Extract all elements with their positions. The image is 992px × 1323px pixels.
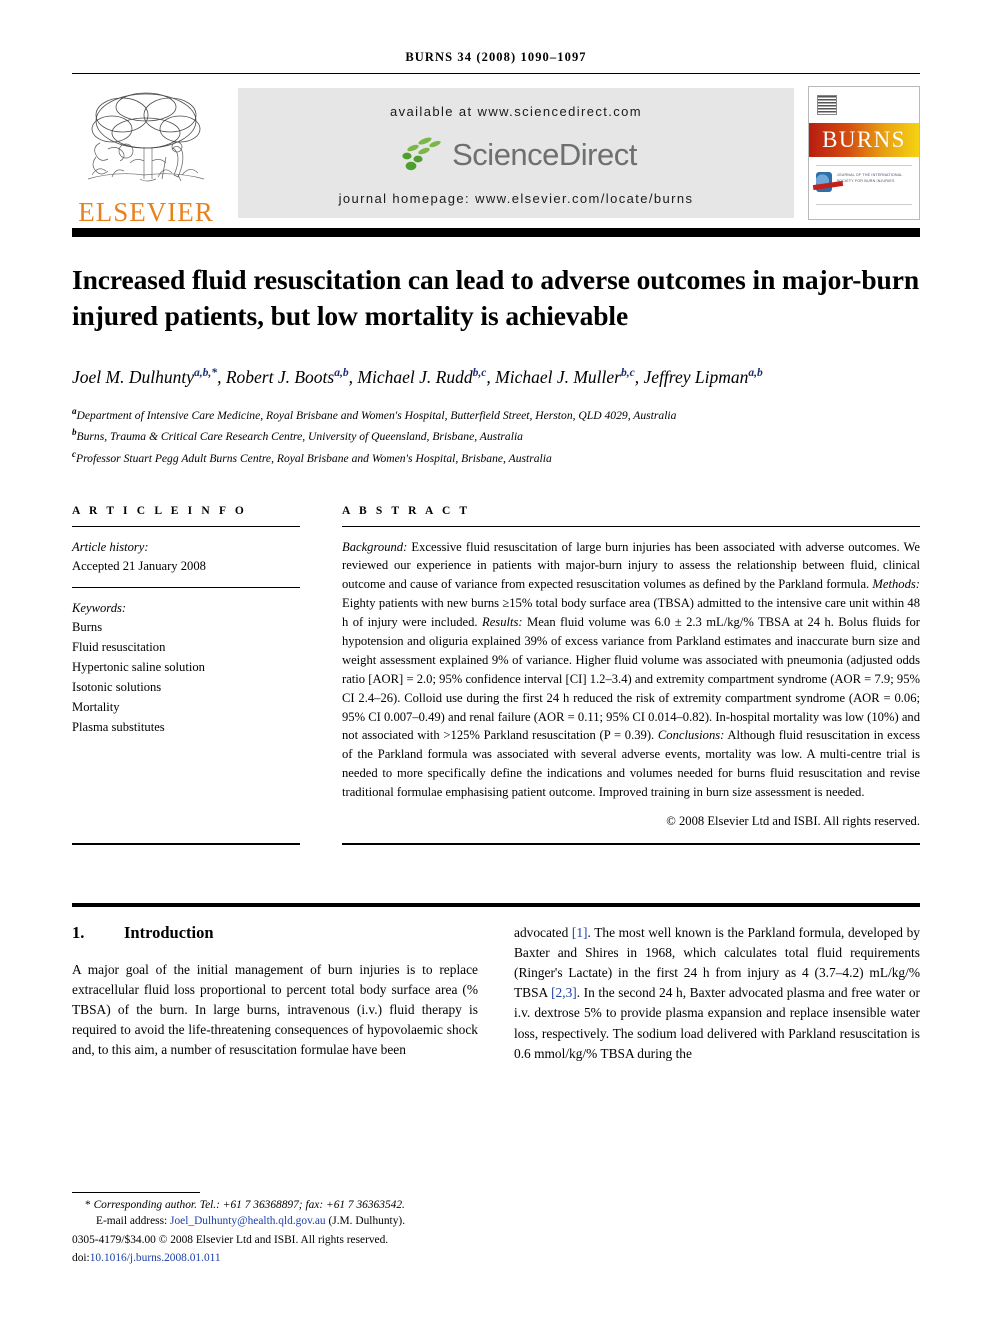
- body-top-rule: [72, 902, 920, 907]
- cover-barcode-icon: [817, 95, 837, 115]
- affiliation-text: Burns, Trauma & Critical Care Research C…: [76, 430, 523, 444]
- keyword-item: Hypertonic saline solution: [72, 659, 205, 674]
- elsevier-tree-icon: [87, 92, 205, 182]
- author-name: Joel M. Dulhunty: [72, 366, 194, 387]
- corresponding-marker: *: [85, 1198, 91, 1211]
- section-number: 1.: [72, 922, 85, 942]
- abstract-section-text: Excessive fluid resuscitation of large b…: [342, 539, 920, 592]
- keywords-list: Burns Fluid resuscitation Hypertonic salin…: [72, 618, 300, 737]
- section-heading: 1. Introduction: [72, 923, 478, 943]
- abstract-section-label: Conclusions:: [657, 728, 725, 743]
- keyword-item: Plasma substitutes: [72, 719, 165, 734]
- corresponding-author-text: Corresponding author. Tel.: +61 7 363688…: [93, 1198, 405, 1211]
- abstract-rule: [342, 525, 920, 527]
- issn-line: 0305-4179/$34.00 © 2008 Elsevier Ltd and…: [72, 1233, 389, 1246]
- cover-society-row: JOURNAL OF THE INTERNATIONAL SOCIETY FOR…: [816, 165, 912, 192]
- body-text-run: advocated: [514, 924, 572, 940]
- affiliation-item: cProfessor Stuart Pegg Adult Burns Centr…: [72, 447, 920, 469]
- affiliation-text: Department of Intensive Care Medicine, R…: [76, 408, 677, 422]
- cover-journal-name: BURNS: [822, 127, 906, 152]
- sciencedirect-wordmark: ScienceDirect: [452, 137, 637, 172]
- author-affiliation-mark: b,c: [620, 366, 635, 379]
- journal-cover: BURNS JOURNAL OF THE INTERNATIONAL SOCIE…: [808, 86, 920, 220]
- author-name: Michael J. Muller: [495, 366, 621, 387]
- author-affiliation-mark: a,b,*: [193, 366, 218, 379]
- keyword-item: Mortality: [72, 699, 120, 714]
- article-info-heading: A R T I C L E I N F O: [72, 504, 247, 517]
- keyword-item: Isotonic solutions: [72, 679, 162, 694]
- author-name: Robert J. Boots: [225, 366, 335, 387]
- abstract-section-label: Background:: [342, 539, 408, 554]
- author-affiliation-mark: a,b: [334, 366, 349, 379]
- cover-divider: [816, 204, 912, 205]
- citation-reference[interactable]: [1]: [572, 925, 588, 940]
- elsevier-wordmark: ELSEVIER: [78, 197, 214, 227]
- footnote-block: * Corresponding author. Tel.: +61 7 3636…: [72, 1191, 502, 1267]
- footnote-rule: [72, 1191, 200, 1193]
- doi-line: doi:10.1016/j.burns.2008.01.011: [72, 1250, 502, 1267]
- keyword-item: Fluid resuscitation: [72, 639, 166, 654]
- author-affiliation-mark: b,c: [472, 366, 487, 379]
- corresponding-author-line: * Corresponding author. Tel.: +61 7 3636…: [72, 1197, 502, 1214]
- cover-society-line: JOURNAL OF THE INTERNATIONAL SOCIETY FOR…: [836, 173, 903, 184]
- keywords-rule: [72, 586, 300, 588]
- abstract-closing-rule: [342, 842, 920, 845]
- keywords-label: Keywords:: [72, 600, 127, 615]
- abstract-column: A B S T R A C T Background: Excessive fl…: [342, 505, 920, 829]
- doi-label: doi:: [72, 1252, 90, 1265]
- page-title: Increased fluid resuscitation can lead t…: [72, 264, 920, 332]
- cover-title-band: BURNS: [809, 123, 919, 157]
- email-label: E-mail address:: [96, 1215, 168, 1228]
- article-info-rule: [72, 525, 300, 527]
- body-column-right: advocated [1]. The most well known is th…: [514, 923, 920, 1064]
- article-info-column: A R T I C L E I N F O Article history: A…: [72, 505, 300, 829]
- journal-homepage-text: journal homepage: www.elsevier.com/locat…: [338, 191, 694, 206]
- running-head-rule: [72, 73, 920, 74]
- intro-paragraph-right: advocated [1]. The most well known is th…: [514, 923, 920, 1064]
- abstract-heading: A B S T R A C T: [342, 504, 471, 517]
- masthead-bottom-rule: [72, 228, 920, 237]
- affiliation-list: aDepartment of Intensive Care Medicine, …: [72, 404, 920, 469]
- sciencedirect-panel: available at www.sciencedirect.com Scien…: [238, 88, 794, 218]
- email-line: E-mail address: Joel_Dulhunty@health.qld…: [72, 1213, 502, 1230]
- article-info-closing-rule: [72, 842, 300, 845]
- author-name: Michael J. Rudd: [357, 366, 473, 387]
- abstract-section-text: Mean fluid volume was 6.0 ± 2.3 mL/kg/% …: [342, 615, 920, 743]
- author-list: Joel M. Dulhuntya,b,*, Robert J. Bootsa,…: [72, 366, 763, 387]
- article-history-label: Article history:: [72, 539, 149, 554]
- sciencedirect-logo: ScienceDirect: [395, 135, 637, 175]
- abstract-block: A R T I C L E I N F O Article history: A…: [72, 505, 920, 829]
- citation-reference[interactable]: [2,3]: [551, 985, 577, 1000]
- running-head: BURNS 34 (2008) 1090–1097: [405, 50, 587, 64]
- intro-paragraph-left: A major goal of the initial management o…: [72, 961, 478, 1058]
- elsevier-logo: ELSEVIER: [72, 80, 220, 228]
- affiliation-text: Professor Stuart Pegg Adult Burns Centre…: [76, 451, 552, 465]
- section-title: Introduction: [124, 922, 214, 942]
- abstract-section-label: Results:: [482, 615, 523, 630]
- affiliation-item: aDepartment of Intensive Care Medicine, …: [72, 404, 920, 426]
- paper-page: BURNS 34 (2008) 1090–1097 ELSEVIER avail…: [0, 0, 992, 1323]
- author-name: Jeffrey Lipman: [643, 366, 749, 387]
- abstract-section-label: Methods:: [872, 577, 920, 592]
- email-owner: (J.M. Dulhunty).: [328, 1215, 406, 1228]
- abstract-closing-rules: [72, 842, 920, 845]
- abstract-copyright: © 2008 Elsevier Ltd and ISBI. All rights…: [666, 813, 920, 828]
- isbi-society-icon: [816, 172, 832, 192]
- affiliation-item: bBurns, Trauma & Critical Care Research …: [72, 425, 920, 447]
- abstract-text: Background: Excessive fluid resuscitatio…: [342, 538, 920, 802]
- article-history-value: Accepted 21 January 2008: [72, 559, 206, 574]
- available-at-text: available at www.sciencedirect.com: [389, 104, 643, 119]
- sciencedirect-leaf-icon: [402, 137, 441, 171]
- author-affiliation-mark: a,b: [748, 366, 763, 379]
- email-link[interactable]: Joel_Dulhunty@health.qld.gov.au: [170, 1215, 326, 1227]
- body-column-left: 1. Introduction A major goal of the initi…: [72, 923, 478, 1064]
- body-columns: 1. Introduction A major goal of the initi…: [72, 923, 920, 1064]
- keyword-item: Burns: [72, 620, 103, 635]
- masthead: ELSEVIER available at www.sciencedirect.…: [72, 80, 920, 228]
- doi-link[interactable]: 10.1016/j.burns.2008.01.011: [90, 1252, 221, 1264]
